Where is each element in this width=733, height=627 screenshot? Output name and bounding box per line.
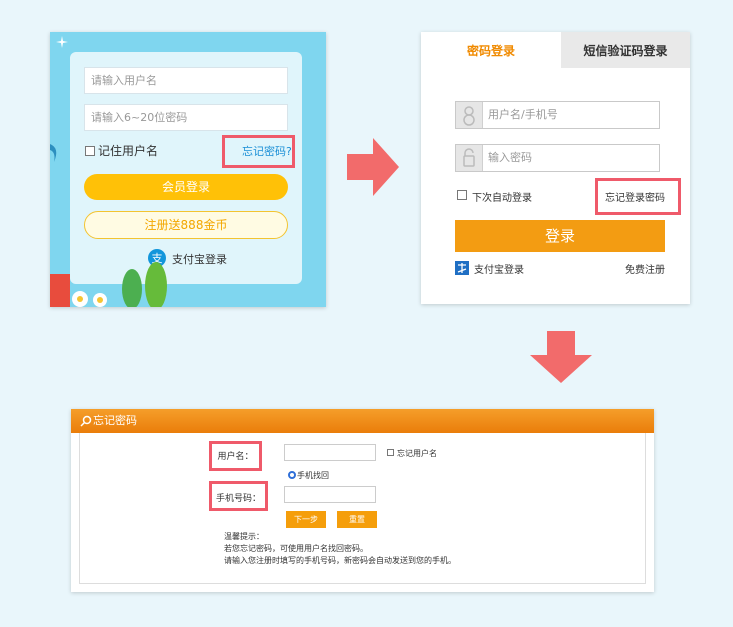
- panel-title: 忘记密码: [93, 414, 137, 427]
- phone-input[interactable]: [284, 486, 376, 503]
- auto-login-checkbox[interactable]: [457, 190, 467, 200]
- user-icon: [456, 102, 483, 128]
- alipay-login-link[interactable]: 支付宝登录: [474, 261, 524, 276]
- register-button[interactable]: 注册送888金币: [84, 211, 288, 239]
- phone-recovery-radio[interactable]: [288, 471, 296, 479]
- forgot-password-link[interactable]: 忘记密码?: [242, 143, 292, 159]
- tips-line-2: 请输入您注册时填写的手机号码，新密码会自动发送到您的手机。: [224, 556, 456, 565]
- phone-label: 手机号码：: [215, 494, 261, 504]
- search-icon: [80, 415, 92, 427]
- tab-password-login[interactable]: 密码登录: [421, 32, 561, 68]
- remember-label: 记住用户名: [98, 144, 159, 158]
- remember-checkbox[interactable]: [85, 146, 95, 156]
- login-panel-1: 请输入用户名 请输入6~20位密码 记住用户名 忘记密码? 会员登录 注册送88…: [50, 32, 326, 307]
- member-login-button[interactable]: 会员登录: [84, 174, 288, 200]
- login-button[interactable]: 登录: [455, 220, 665, 252]
- tab-sms-login[interactable]: 短信验证码登录: [561, 32, 690, 68]
- arrow-down-icon: [530, 331, 592, 383]
- password-input[interactable]: 输入密码: [455, 144, 660, 172]
- panel-body: 用户名： 忘记用户名 手机找回 手机号码： 下一步 重置 温馨提示： 若您忘记密…: [79, 433, 646, 584]
- free-register-link[interactable]: 免费注册: [625, 261, 665, 276]
- username-label: 用户名：: [217, 452, 254, 462]
- panel-header: [71, 409, 654, 433]
- forgot-username-label: 忘记用户名: [397, 449, 437, 458]
- lock-icon: [456, 145, 483, 171]
- tips-line-1: 若您忘记密码，可使用用户名找回密码。: [224, 544, 368, 553]
- login-form-card: 请输入用户名 请输入6~20位密码 记住用户名 忘记密码? 会员登录 注册送88…: [70, 52, 302, 284]
- arrow-right-icon: [347, 138, 399, 196]
- garden-decoration-icon: [50, 262, 167, 307]
- reset-button[interactable]: 重置: [337, 511, 377, 528]
- forgot-password-panel: 忘记密码 用户名： 忘记用户名 手机找回 手机号码： 下一步 重置 温馨提示： …: [71, 409, 654, 592]
- sparkle-icon: [56, 36, 68, 48]
- next-button[interactable]: 下一步: [286, 511, 326, 528]
- username-placeholder: 用户名/手机号: [488, 108, 558, 121]
- username-input[interactable]: [284, 444, 376, 461]
- alipay-icon: [455, 261, 469, 275]
- forgot-username-checkbox[interactable]: [387, 449, 394, 456]
- username-input[interactable]: 用户名/手机号: [455, 101, 660, 129]
- tips-title: 温馨提示：: [224, 532, 264, 541]
- username-input[interactable]: 请输入用户名: [84, 67, 288, 94]
- login-panel-2: 密码登录 短信验证码登录 用户名/手机号 输入密码 下次自动登录 忘记登录密码 …: [421, 32, 690, 304]
- password-placeholder: 输入密码: [488, 151, 532, 164]
- phone-recovery-label: 手机找回: [297, 471, 329, 480]
- forgot-password-link[interactable]: 忘记登录密码: [605, 189, 665, 204]
- auto-login-label: 下次自动登录: [472, 193, 532, 204]
- password-input[interactable]: 请输入6~20位密码: [84, 104, 288, 131]
- bird-decoration-icon: [50, 144, 57, 162]
